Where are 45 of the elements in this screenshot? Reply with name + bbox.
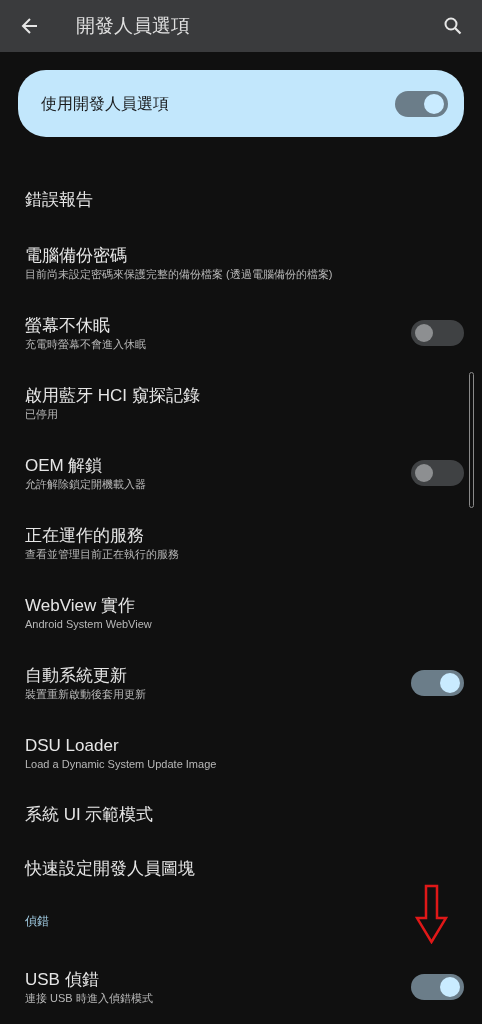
item-title: 正在運作的服務 (25, 524, 145, 547)
item-subtitle: 充電時螢幕不會進入休眠 (25, 336, 146, 352)
toggle-switch[interactable] (411, 670, 464, 696)
item-title: WebView 實作 (25, 594, 136, 617)
item-subtitle: Load a Dynamic System Update Image (25, 756, 217, 772)
settings-item[interactable]: DSU Loader Load a Dynamic System Update Image (0, 718, 482, 788)
item-title: 電腦備份密碼 (25, 244, 128, 267)
toggle-switch[interactable] (395, 90, 448, 117)
settings-item[interactable]: 自動系統更新 裝置重新啟動後套用更新 (0, 648, 482, 718)
main-switch-label: 使用開發人員選項 (41, 93, 169, 114)
toggle-switch[interactable] (411, 974, 464, 1000)
settings-item[interactable]: 快速設定開發人員圖塊 (0, 842, 482, 896)
item-title: DSU Loader (25, 734, 120, 757)
search-icon[interactable] (444, 17, 462, 35)
item-title: OEM 解鎖 (25, 454, 104, 477)
settings-item[interactable]: OEM 解鎖 允許解除鎖定開機載入器 (0, 438, 482, 508)
item-subtitle: 已停用 (25, 406, 59, 422)
down-arrow-annotation (415, 884, 448, 944)
settings-item[interactable]: WebView 實作 Android System WebView (0, 578, 482, 648)
item-title: 啟用藍牙 HCI 窺探記錄 (25, 384, 200, 407)
item-subtitle: Android System WebView (25, 616, 152, 632)
item-subtitle: 裝置重新啟動後套用更新 (25, 686, 146, 702)
item-subtitle: 允許解除鎖定開機載入器 (25, 476, 146, 492)
section-header: 偵錯 (25, 913, 49, 930)
settings-item[interactable]: 螢幕不休眠 充電時螢幕不會進入休眠 (0, 298, 482, 368)
settings-item[interactable]: 錯誤報告 (0, 172, 482, 228)
item-subtitle: 目前尚未設定密碼來保護完整的備份檔案 (透過電腦備份的檔案) (25, 266, 333, 282)
settings-item[interactable]: USB 偵錯 連接 USB 時進入偵錯模式 (0, 952, 482, 1022)
settings-item[interactable]: 系統 UI 示範模式 (0, 788, 482, 842)
back-icon[interactable] (20, 16, 40, 36)
settings-item[interactable]: 正在運作的服務 查看並管理目前正在執行的服務 (0, 508, 482, 578)
item-subtitle: 查看並管理目前正在執行的服務 (25, 546, 179, 562)
settings-item[interactable]: 啟用藍牙 HCI 窺探記錄 已停用 (0, 368, 482, 438)
item-title: 自動系統更新 (25, 664, 128, 687)
toggle-switch[interactable] (411, 460, 464, 486)
item-title: USB 偵錯 (25, 968, 100, 991)
item-title: 錯誤報告 (25, 189, 93, 211)
screen-title: 開發人員選項 (76, 13, 190, 38)
item-subtitle: 連接 USB 時進入偵錯模式 (25, 990, 153, 1006)
main-switch-card[interactable]: 使用開發人員選項 (18, 70, 464, 137)
item-title: 快速設定開發人員圖塊 (25, 858, 195, 880)
item-title: 系統 UI 示範模式 (25, 804, 154, 826)
toggle-switch[interactable] (411, 320, 464, 346)
settings-item[interactable]: 電腦備份密碼 目前尚未設定密碼來保護完整的備份檔案 (透過電腦備份的檔案) (0, 228, 482, 298)
item-title: 螢幕不休眠 (25, 314, 111, 337)
